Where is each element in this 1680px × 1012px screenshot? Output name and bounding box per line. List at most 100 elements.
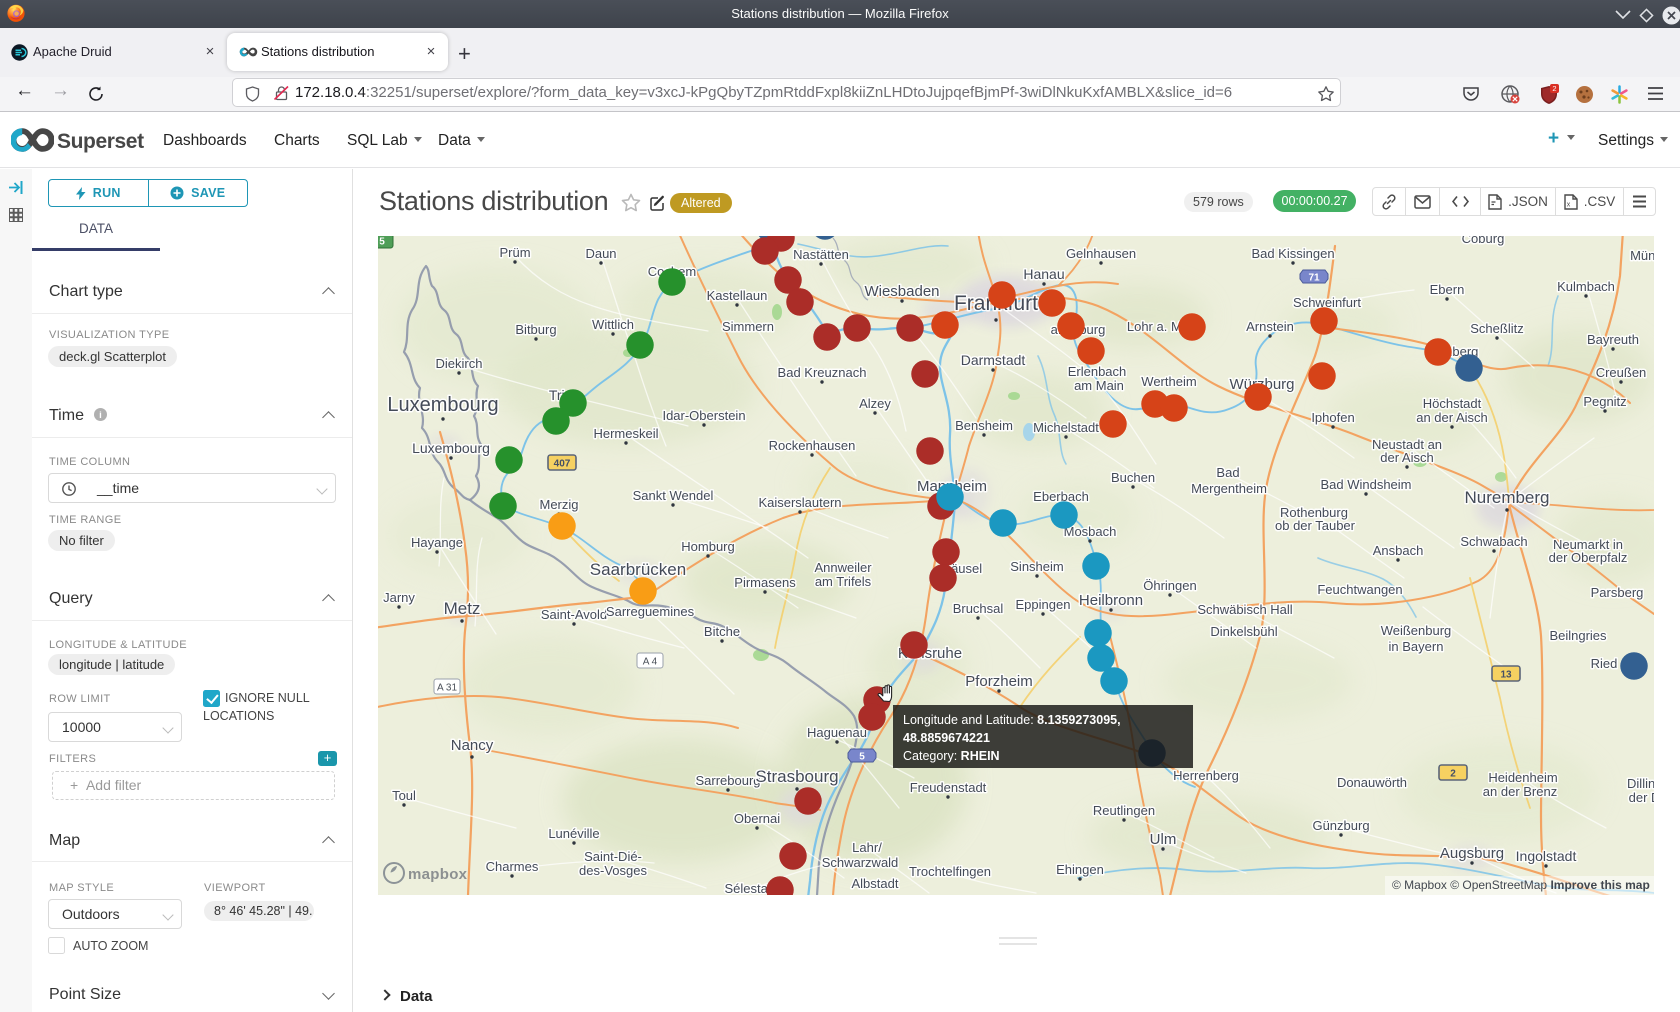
svg-text:Lunéville: Lunéville (548, 826, 599, 841)
svg-text:Weißenburg: Weißenburg (1381, 623, 1452, 638)
svg-text:i: i (100, 410, 103, 421)
svg-text:Bad Kreuznach: Bad Kreuznach (778, 365, 867, 380)
svg-text:Wertheim: Wertheim (1141, 374, 1196, 389)
svg-text:Bad Kissingen: Bad Kissingen (1251, 246, 1334, 261)
svg-text:Reutlingen: Reutlingen (1093, 803, 1155, 818)
svg-text:Bitche: Bitche (704, 624, 740, 639)
svg-text:Augsburg: Augsburg (1440, 845, 1504, 862)
svg-text:407: 407 (554, 459, 571, 470)
svg-text:Trochtelfingen: Trochtelfingen (909, 864, 991, 879)
svg-text:der Donau: der Donau (1629, 790, 1654, 805)
svg-text:5: 5 (859, 752, 865, 763)
svg-text:Parsberg: Parsberg (1591, 585, 1644, 600)
svg-text:Eppingen: Eppingen (1016, 597, 1071, 612)
svg-text:Buchen: Buchen (1111, 470, 1155, 485)
svg-text:Simmern: Simmern (722, 319, 774, 334)
svg-text:Sarrebourg: Sarrebourg (695, 773, 760, 788)
svg-text:Sinsheim: Sinsheim (1010, 559, 1063, 574)
svg-text:Bayreuth: Bayreuth (1587, 332, 1639, 347)
svg-text:Sarreguemines: Sarreguemines (606, 604, 695, 619)
svg-text:Gelnhausen: Gelnhausen (1066, 246, 1136, 261)
svg-text:Schwäbisch Hall: Schwäbisch Hall (1197, 602, 1292, 617)
svg-text:der Oberpfalz: der Oberpfalz (1549, 550, 1628, 565)
svg-text:Annweiler: Annweiler (814, 560, 872, 575)
svg-text:Nuremberg: Nuremberg (1464, 488, 1549, 507)
svg-text:Günzburg: Günzburg (1312, 818, 1369, 833)
svg-text:Haguenau: Haguenau (807, 725, 867, 740)
svg-text:Ansbach: Ansbach (1373, 543, 1424, 558)
svg-text:Metz: Metz (444, 599, 481, 618)
svg-text:Donauwörth: Donauwörth (1337, 775, 1407, 790)
svg-text:Mergentheim: Mergentheim (1191, 481, 1267, 496)
svg-text:Sélestat: Sélestat (725, 881, 772, 895)
svg-text:an der Brenz: an der Brenz (1483, 784, 1557, 799)
svg-text:Saint-Dié-: Saint-Dié- (584, 849, 642, 864)
svg-text:Bruchsal: Bruchsal (953, 601, 1004, 616)
svg-text:Hanau: Hanau (1023, 266, 1064, 282)
svg-text:Pforzheim: Pforzheim (965, 673, 1033, 690)
svg-text:Luxembourg: Luxembourg (387, 394, 498, 416)
svg-text:am Trifels: am Trifels (815, 574, 872, 589)
svg-text:Kaiserslautern: Kaiserslautern (758, 495, 841, 510)
svg-text:A 4: A 4 (643, 657, 658, 668)
svg-text:x: x (1566, 201, 1570, 208)
svg-text:Bitburg: Bitburg (515, 322, 556, 337)
svg-text:Diekirch: Diekirch (436, 356, 483, 371)
svg-text:© Mapbox © OpenStreetMap Impro: © Mapbox © OpenStreetMap Improve this ma… (1392, 878, 1650, 892)
svg-text:Ebern: Ebern (1430, 282, 1465, 297)
svg-text:Feuchtwangen: Feuchtwangen (1317, 582, 1402, 597)
svg-text:Darmstadt: Darmstadt (961, 352, 1026, 368)
svg-text:des-Vosges: des-Vosges (579, 863, 647, 878)
svg-text:Wiesbaden: Wiesbaden (864, 283, 939, 300)
svg-text:71: 71 (1308, 273, 1320, 284)
svg-text:Prüm: Prüm (499, 245, 530, 260)
svg-text:13: 13 (1500, 670, 1512, 681)
svg-text:Schwarzwald: Schwarzwald (822, 855, 899, 870)
svg-text:Heidenheim: Heidenheim (1488, 770, 1557, 785)
svg-text:Nancy: Nancy (451, 737, 494, 754)
svg-text:Bensheim: Bensheim (955, 418, 1013, 433)
svg-text:Ehingen: Ehingen (1056, 862, 1104, 877)
svg-text:2: 2 (1552, 84, 1556, 93)
svg-text:Dinkelsbühl: Dinkelsbühl (1210, 624, 1277, 639)
svg-text:Höchstadt: Höchstadt (1423, 396, 1482, 411)
svg-text:Freudenstadt: Freudenstadt (910, 780, 987, 795)
svg-text:Ingolstadt: Ingolstadt (1516, 848, 1577, 864)
svg-text:ob der Tauber: ob der Tauber (1275, 518, 1356, 533)
svg-text:Jarny: Jarny (383, 590, 415, 605)
svg-text:Alzey: Alzey (859, 396, 891, 411)
svg-text:Strasbourg: Strasbourg (755, 767, 838, 786)
svg-text:mapbox: mapbox (408, 866, 468, 883)
svg-text:Sankt Wendel: Sankt Wendel (633, 488, 714, 503)
svg-text:Schwabach: Schwabach (1460, 534, 1527, 549)
svg-text:2: 2 (1450, 769, 1456, 780)
svg-text:Saarbrücken: Saarbrücken (590, 560, 686, 579)
svg-text:Coburg: Coburg (1462, 236, 1505, 246)
svg-text:Kastellaun: Kastellaun (707, 288, 768, 303)
svg-text:Münc: Münc (1630, 248, 1654, 263)
svg-text:Nastätten: Nastätten (793, 247, 849, 262)
svg-text:Toul: Toul (392, 788, 416, 803)
svg-text:Creußen: Creußen (1596, 365, 1647, 380)
svg-text:Hayange: Hayange (411, 535, 463, 550)
svg-text:in Bayern: in Bayern (1389, 639, 1444, 654)
svg-text:Saint-Avold: Saint-Avold (541, 607, 607, 622)
svg-text:Kulmbach: Kulmbach (1557, 279, 1615, 294)
svg-text:Beilngries: Beilngries (1549, 628, 1607, 643)
svg-text:Michelstadt: Michelstadt (1033, 420, 1099, 435)
svg-text:Obernai: Obernai (734, 811, 780, 826)
svg-text:Heilbronn: Heilbronn (1079, 592, 1143, 609)
svg-text:Charmes: Charmes (486, 859, 539, 874)
svg-text:Daun: Daun (585, 246, 616, 261)
svg-text:Merzig: Merzig (539, 497, 578, 512)
svg-text:Wittlich: Wittlich (592, 317, 634, 332)
svg-text:Dillingen an: Dillingen an (1627, 776, 1654, 791)
svg-text:Pegnitz: Pegnitz (1583, 394, 1626, 409)
svg-text:5: 5 (379, 237, 385, 248)
svg-text:A 31: A 31 (437, 683, 457, 694)
svg-text:Scheßlitz: Scheßlitz (1470, 321, 1523, 336)
svg-text:Idar-Oberstein: Idar-Oberstein (662, 408, 745, 423)
svg-text:Luxembourg: Luxembourg (412, 440, 490, 456)
svg-text:der Aisch: der Aisch (1380, 450, 1433, 465)
svg-text:an der Aisch: an der Aisch (1416, 410, 1488, 425)
